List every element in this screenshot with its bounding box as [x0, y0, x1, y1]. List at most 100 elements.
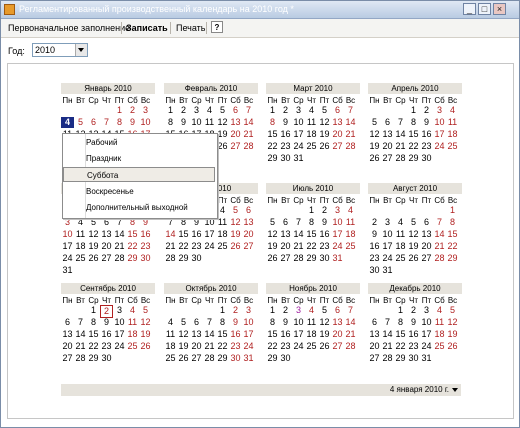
day-cell[interactable]: 21: [74, 341, 87, 352]
day-cell[interactable]: 4: [446, 105, 459, 116]
day-cell[interactable]: 24: [420, 341, 433, 352]
day-cell[interactable]: 29: [126, 253, 139, 264]
day-cell[interactable]: 8: [113, 117, 126, 128]
day-cell[interactable]: 4: [305, 305, 318, 316]
day-cell[interactable]: 11: [446, 117, 459, 128]
day-cell[interactable]: 25: [344, 241, 357, 252]
day-cell[interactable]: 11: [305, 117, 318, 128]
day-cell[interactable]: 4: [203, 105, 216, 116]
day-cell[interactable]: 13: [331, 317, 344, 328]
day-cell[interactable]: 22: [177, 241, 190, 252]
day-cell[interactable]: 18: [433, 329, 446, 340]
day-cell[interactable]: 14: [292, 229, 305, 240]
day-cell[interactable]: 25: [433, 341, 446, 352]
help-icon[interactable]: ?: [211, 21, 223, 33]
day-cell[interactable]: 3: [113, 305, 126, 316]
day-cell[interactable]: 25: [74, 253, 87, 264]
day-cell[interactable]: 29: [446, 253, 459, 264]
day-cell[interactable]: 2: [368, 217, 381, 228]
day-cell[interactable]: 1: [113, 105, 126, 116]
day-cell[interactable]: 2: [229, 305, 242, 316]
day-cell[interactable]: 1: [266, 305, 279, 316]
day-cell[interactable]: 28: [203, 353, 216, 364]
day-cell[interactable]: 25: [216, 241, 229, 252]
day-cell[interactable]: 25: [126, 341, 139, 352]
day-cell[interactable]: 10: [292, 317, 305, 328]
day-cell[interactable]: 22: [126, 241, 139, 252]
day-cell[interactable]: 26: [368, 153, 381, 164]
day-cell[interactable]: 26: [229, 241, 242, 252]
day-cell[interactable]: 3: [292, 105, 305, 116]
day-cell[interactable]: 7: [203, 317, 216, 328]
day-cell[interactable]: 17: [61, 241, 74, 252]
day-cell[interactable]: 7: [344, 305, 357, 316]
day-cell[interactable]: 5: [446, 305, 459, 316]
day-cell[interactable]: 21: [164, 241, 177, 252]
day-cell[interactable]: 19: [177, 341, 190, 352]
day-cell[interactable]: 6: [61, 317, 74, 328]
day-cell[interactable]: 14: [203, 329, 216, 340]
day-cell[interactable]: 25: [305, 341, 318, 352]
day-cell[interactable]: 9: [420, 117, 433, 128]
day-cell[interactable]: 26: [177, 353, 190, 364]
menu-item-extra-day-off[interactable]: Дополнительный выходной: [63, 200, 215, 215]
day-cell[interactable]: 21: [344, 329, 357, 340]
day-cell[interactable]: 17: [203, 229, 216, 240]
day-cell[interactable]: 13: [368, 329, 381, 340]
day-cell[interactable]: 26: [446, 341, 459, 352]
day-cell[interactable]: 12: [446, 317, 459, 328]
day-cell[interactable]: 11: [164, 329, 177, 340]
day-cell[interactable]: 25: [446, 141, 459, 152]
day-cell[interactable]: 27: [229, 141, 242, 152]
day-cell[interactable]: 16: [420, 129, 433, 140]
day-cell[interactable]: 22: [87, 341, 100, 352]
day-cell[interactable]: 15: [216, 329, 229, 340]
day-cell[interactable]: 1: [394, 305, 407, 316]
day-cell[interactable]: 31: [242, 353, 255, 364]
day-cell[interactable]: 3: [381, 217, 394, 228]
day-cell[interactable]: 7: [433, 217, 446, 228]
day-cell[interactable]: 5: [216, 105, 229, 116]
day-cell[interactable]: 12: [229, 217, 242, 228]
day-cell[interactable]: 10: [420, 317, 433, 328]
save-button[interactable]: Записать: [126, 23, 168, 33]
day-cell[interactable]: 5: [177, 317, 190, 328]
day-cell[interactable]: 9: [177, 117, 190, 128]
day-cell[interactable]: 3: [420, 305, 433, 316]
day-cell[interactable]: 12: [87, 229, 100, 240]
day-cell[interactable]: 2: [279, 105, 292, 116]
day-cell[interactable]: 29: [266, 353, 279, 364]
day-cell[interactable]: 24: [381, 253, 394, 264]
day-cell[interactable]: 8: [266, 117, 279, 128]
day-cell[interactable]: 11: [433, 317, 446, 328]
day-cell[interactable]: 25: [164, 353, 177, 364]
day-cell[interactable]: 22: [305, 241, 318, 252]
day-cell[interactable]: 6: [229, 105, 242, 116]
day-cell[interactable]: 13: [420, 229, 433, 240]
day-cell[interactable]: 28: [242, 141, 255, 152]
day-cell[interactable]: 28: [433, 253, 446, 264]
day-cell[interactable]: 15: [177, 229, 190, 240]
day-cell[interactable]: 18: [126, 329, 139, 340]
day-cell[interactable]: 27: [331, 141, 344, 152]
day-cell[interactable]: 15: [407, 129, 420, 140]
day-cell[interactable]: 24: [331, 241, 344, 252]
day-cell[interactable]: 21: [394, 141, 407, 152]
day-cell[interactable]: 20: [279, 241, 292, 252]
day-cell[interactable]: 15: [266, 329, 279, 340]
day-cell[interactable]: 30: [420, 153, 433, 164]
day-cell[interactable]: 10: [190, 117, 203, 128]
day-cell[interactable]: 10: [139, 117, 152, 128]
day-cell[interactable]: 6: [381, 117, 394, 128]
day-cell[interactable]: 18: [394, 241, 407, 252]
day-cell[interactable]: 23: [407, 341, 420, 352]
day-cell[interactable]: 10: [292, 117, 305, 128]
day-cell[interactable]: 14: [164, 229, 177, 240]
day-cell[interactable]: 4: [61, 117, 74, 128]
day-cell[interactable]: 5: [318, 105, 331, 116]
day-cell[interactable]: 20: [100, 241, 113, 252]
day-cell[interactable]: 17: [292, 329, 305, 340]
day-cell[interactable]: 16: [229, 329, 242, 340]
day-cell[interactable]: 18: [164, 341, 177, 352]
day-cell[interactable]: 9: [318, 217, 331, 228]
